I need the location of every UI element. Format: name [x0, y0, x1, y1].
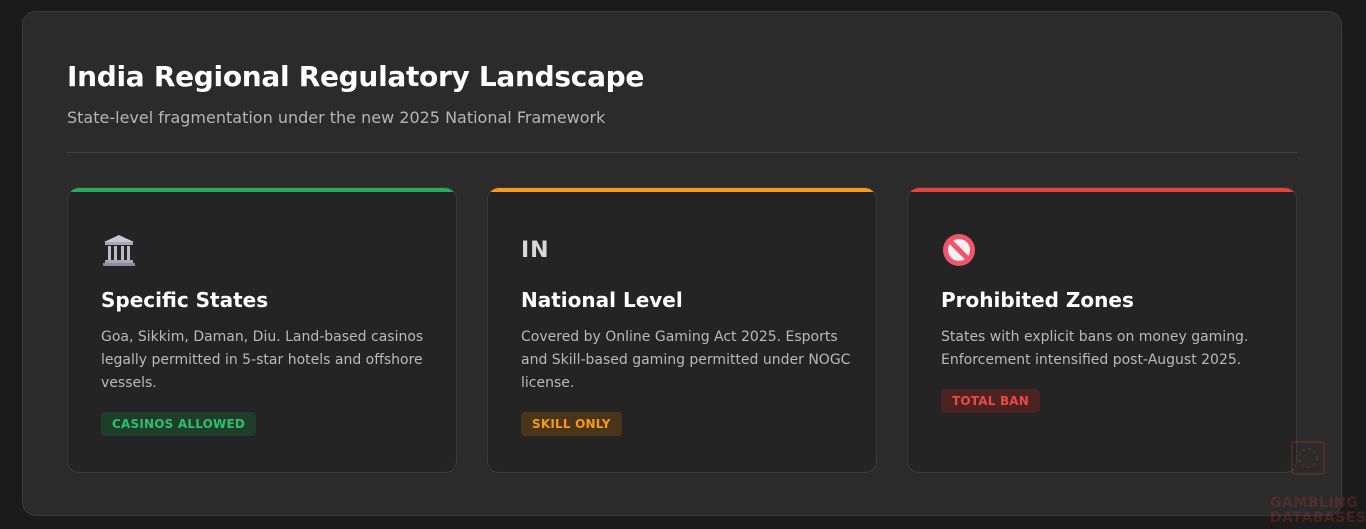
card-national-level: IN National Level Covered by Online Gami…	[487, 187, 877, 473]
watermark-text: GAMBLING DATABASES	[1270, 496, 1366, 526]
page-title: India Regional Regulatory Landscape	[67, 60, 645, 93]
status-badge: TOTAL BAN	[941, 389, 1041, 413]
card-specific-states: Specific States Goa, Sikkim, Daman, Diu.…	[67, 187, 457, 473]
india-flag-icon: IN	[521, 237, 550, 263]
card-title: National Level	[521, 288, 683, 312]
page-subtitle: State-level fragmentation under the new …	[67, 108, 606, 127]
region-cards: Specific States Goa, Sikkim, Daman, Diu.…	[67, 187, 1297, 473]
status-badge: SKILL ONLY	[521, 412, 622, 436]
card-description: Covered by Online Gaming Act 2025. Espor…	[521, 329, 851, 391]
card-title: Specific States	[101, 288, 269, 312]
card-description: Goa, Sikkim, Daman, Diu. Land-based casi…	[101, 329, 424, 391]
card-title: Prohibited Zones	[941, 288, 1134, 312]
watermark-line-2: DATABASES	[1270, 510, 1366, 526]
card-description: States with explicit bans on money gamin…	[941, 329, 1249, 368]
header-divider	[67, 152, 1297, 153]
card-prohibited-zones: Prohibited Zones States with explicit ba…	[907, 187, 1297, 473]
gambling-databases-watermark: GAMBLING DATABASES	[1270, 440, 1366, 529]
bank-building-icon	[101, 228, 423, 272]
prohibited-icon	[941, 228, 1263, 272]
watermark-line-1: GAMBLING	[1270, 495, 1359, 511]
regulatory-panel: India Regional Regulatory Landscape Stat…	[22, 11, 1342, 516]
watermark-logo-icon	[1291, 441, 1325, 475]
status-badge: CASINOS ALLOWED	[101, 412, 257, 436]
